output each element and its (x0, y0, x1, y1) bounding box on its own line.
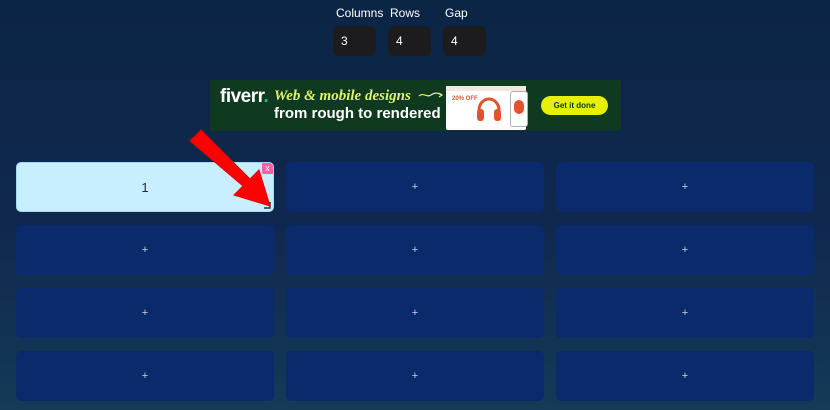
add-cell-label: + (411, 307, 419, 319)
resize-handle-icon[interactable] (263, 201, 271, 209)
add-cell-label: + (141, 370, 149, 382)
add-cell-button[interactable]: + (286, 225, 544, 275)
columns-control: Columns (333, 6, 384, 56)
add-cell-label: + (681, 307, 689, 319)
rows-input[interactable] (388, 26, 431, 56)
grid-cell-1[interactable]: 1 x (16, 162, 274, 212)
fiverr-logo-dot: . (263, 86, 269, 107)
phone-mockup-accent (514, 100, 524, 114)
add-cell-button[interactable]: + (556, 288, 814, 338)
close-icon[interactable]: x (262, 163, 273, 174)
add-cell-button[interactable]: + (556, 225, 814, 275)
add-cell-label: + (681, 244, 689, 256)
add-cell-label: + (141, 307, 149, 319)
fiverr-ad-banner[interactable]: fiverr. Web & mobile designs from rough … (210, 80, 621, 131)
ad-headline-line2: from rough to rendered (274, 105, 441, 122)
add-cell-label: + (681, 181, 689, 193)
ad-headline-line1: Web & mobile designs (274, 88, 411, 104)
gap-control: Gap (443, 6, 486, 56)
layout-grid: 1 x + + + + + + + + + + + (16, 162, 814, 401)
gap-label: Gap (445, 6, 468, 20)
add-cell-button[interactable]: + (286, 288, 544, 338)
add-cell-label: + (411, 370, 419, 382)
phone-mockup-icon (510, 91, 528, 127)
add-cell-button[interactable]: + (556, 162, 814, 212)
headphones-icon (477, 97, 501, 121)
add-cell-button[interactable]: + (16, 288, 274, 338)
columns-label: Columns (336, 6, 384, 20)
get-it-done-button[interactable]: Get it done (541, 96, 608, 115)
grid-cell-label: 1 (141, 179, 149, 195)
add-cell-label: + (411, 244, 419, 256)
fiverr-logo-text: fiverr (220, 86, 264, 107)
add-cell-button[interactable]: + (286, 162, 544, 212)
grid-controls: Columns Rows Gap (0, 0, 830, 60)
add-cell-button[interactable]: + (16, 351, 274, 401)
add-cell-button[interactable]: + (286, 351, 544, 401)
add-cell-label: + (411, 181, 419, 193)
fiverr-logo: fiverr. (220, 86, 269, 108)
add-cell-button[interactable]: + (16, 225, 274, 275)
add-cell-label: + (141, 244, 149, 256)
add-cell-button[interactable]: + (556, 351, 814, 401)
squiggle-arrow-icon (418, 92, 444, 98)
gap-input[interactable] (443, 26, 486, 56)
add-cell-label: + (681, 370, 689, 382)
rows-control: Rows (388, 6, 431, 56)
columns-input[interactable] (333, 26, 376, 56)
rows-label: Rows (390, 6, 421, 20)
